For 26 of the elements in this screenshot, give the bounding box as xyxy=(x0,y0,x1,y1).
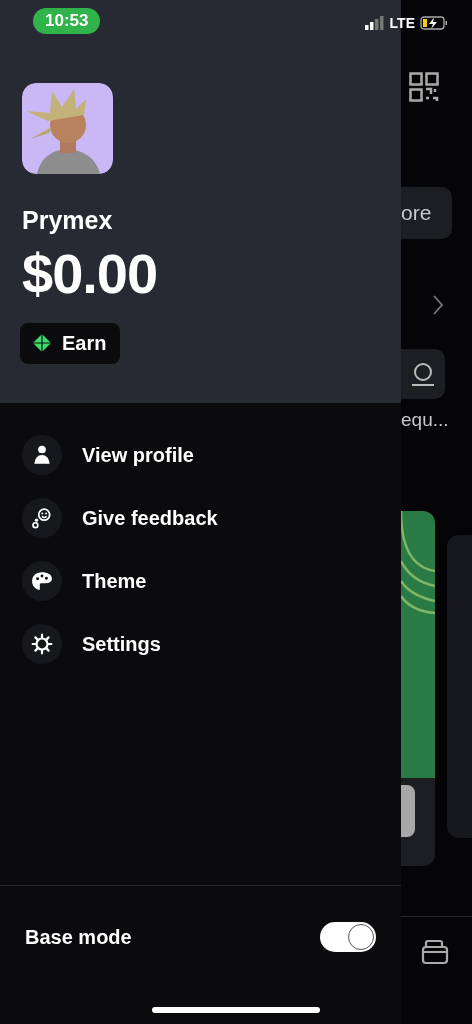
menu-item[interactable]: Settings xyxy=(22,624,401,664)
more-button[interactable]: ore xyxy=(401,187,452,239)
menu-item[interactable]: Give feedback xyxy=(22,498,401,538)
network-type: LTE xyxy=(389,14,415,31)
user-circle-icon xyxy=(410,361,436,387)
truncated-text: equ... xyxy=(401,409,450,431)
diamond-icon xyxy=(32,333,52,354)
balance-amount: $0.00 xyxy=(22,243,158,305)
battery-charging-icon xyxy=(420,15,448,30)
feedback-icon xyxy=(31,507,53,529)
user-name: Prymex xyxy=(22,206,113,235)
chevron-right-icon[interactable] xyxy=(433,295,443,315)
earn-button[interactable]: Earn xyxy=(20,322,121,364)
qr-code-icon[interactable] xyxy=(409,72,439,102)
settings-icon xyxy=(31,633,53,655)
menu-item[interactable]: View profile xyxy=(22,435,401,475)
card[interactable] xyxy=(401,511,435,866)
base-mode-label: Base mode xyxy=(25,926,132,949)
person-icon xyxy=(31,444,53,466)
card-button[interactable] xyxy=(401,785,415,837)
menu-item[interactable]: Theme xyxy=(22,561,401,601)
palette-icon xyxy=(31,570,53,592)
wallet-icon[interactable] xyxy=(421,939,449,965)
signal-icon xyxy=(364,15,385,30)
base-mode-toggle[interactable] xyxy=(320,922,376,952)
icon-tile[interactable] xyxy=(401,349,445,399)
